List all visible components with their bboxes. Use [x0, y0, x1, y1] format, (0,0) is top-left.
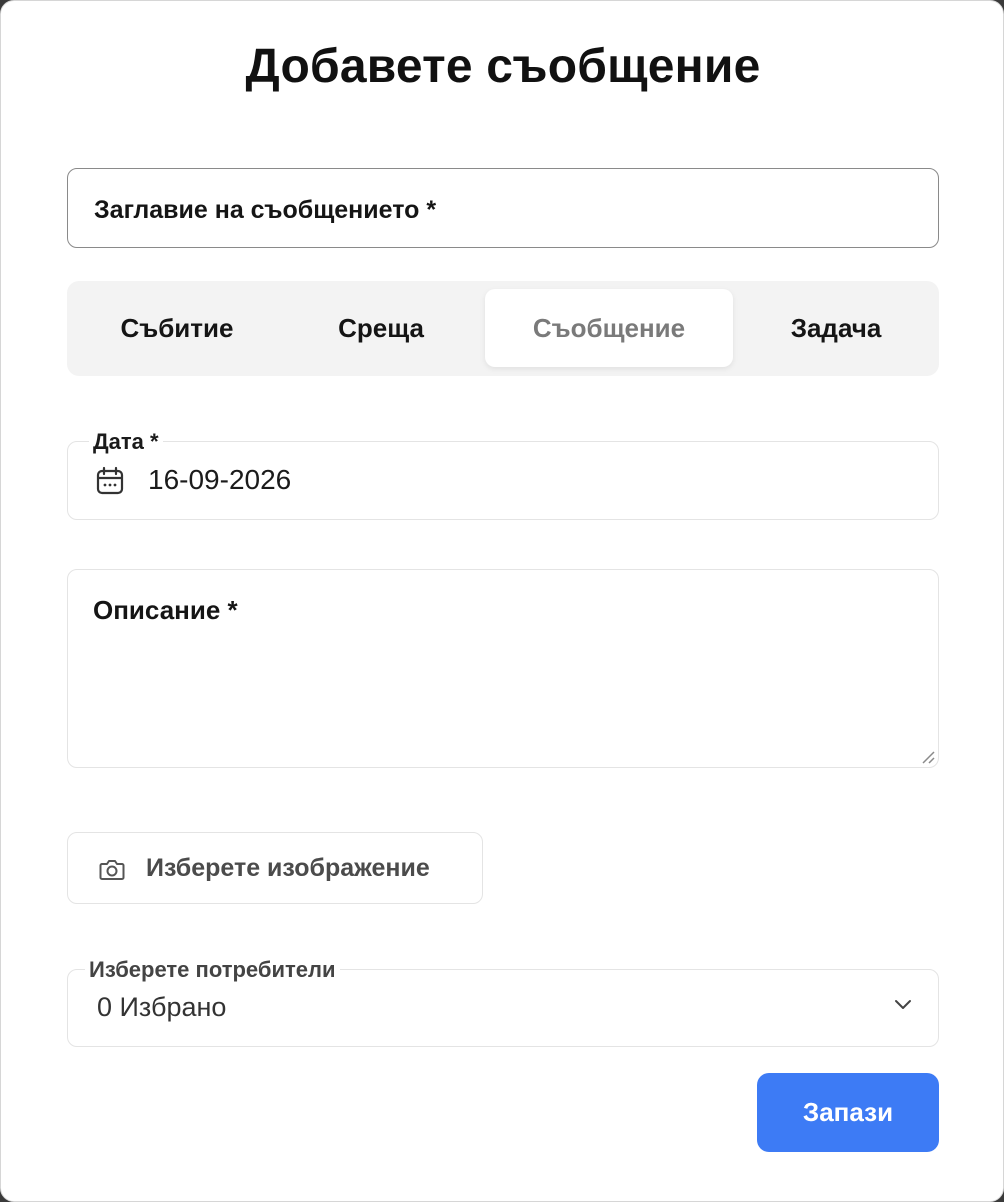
- message-title-placeholder: Заглавие на съобщението *: [94, 196, 437, 224]
- dialog-title: Добавете съобщение: [245, 40, 761, 93]
- date-value: 16-09-2026: [148, 464, 292, 495]
- calendar-icon: [96, 466, 124, 495]
- date-label: Дата *: [89, 429, 163, 455]
- type-tabs: Събитие Среща Съобщение Задача: [67, 281, 939, 376]
- tab-task[interactable]: Задача: [733, 289, 939, 367]
- add-message-dialog: Добавете съобщение Заглавие на съобщение…: [0, 0, 1004, 1202]
- chevron-down-icon[interactable]: [893, 998, 913, 1012]
- camera-icon: [99, 860, 125, 880]
- users-select-label: Изберете потребители: [85, 957, 340, 983]
- choose-image-button[interactable]: Изберете изображение: [67, 832, 483, 904]
- tab-meeting[interactable]: Среща: [259, 289, 503, 367]
- save-button[interactable]: Запази: [757, 1073, 939, 1152]
- users-select-value: 0 Избрано: [97, 992, 227, 1022]
- tab-message[interactable]: Съобщение: [485, 289, 733, 367]
- message-title-input[interactable]: Заглавие на съобщението *: [67, 168, 939, 248]
- resize-handle-icon[interactable]: [919, 748, 935, 764]
- tab-event[interactable]: Събитие: [67, 289, 287, 367]
- description-placeholder: Описание *: [93, 595, 238, 625]
- choose-image-label: Изберете изображение: [146, 854, 430, 882]
